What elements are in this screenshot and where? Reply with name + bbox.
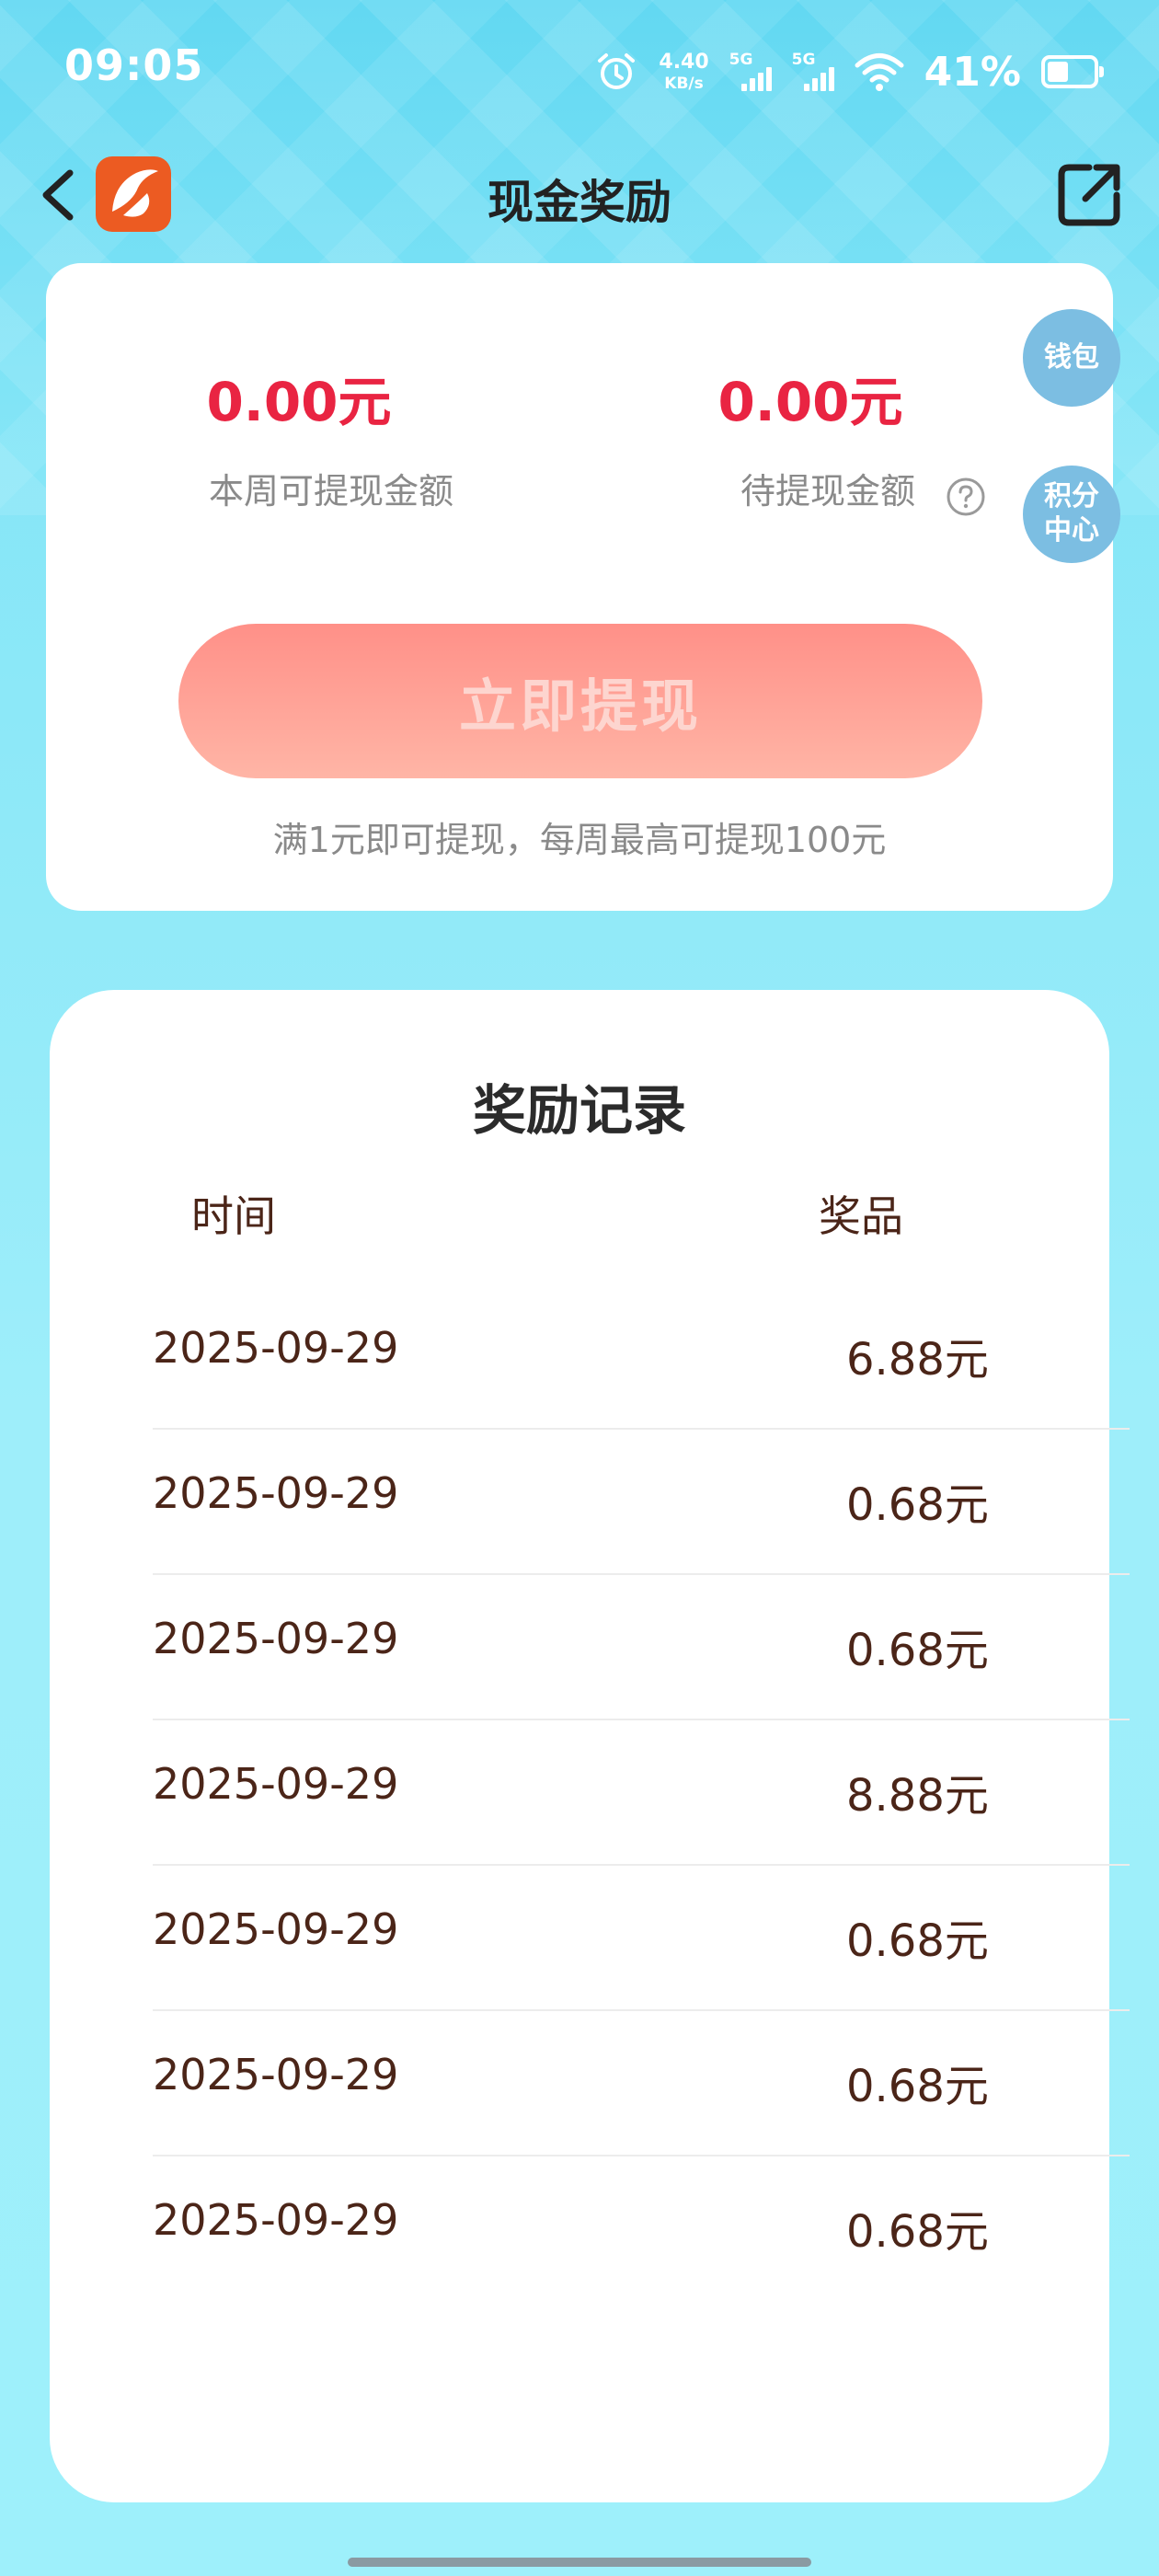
net-speed: 4.40 KB/s	[659, 52, 708, 92]
status-bar: 09:05 4.40 KB/s 5G 5G 41%	[0, 0, 1159, 138]
page-title: 现金奖励	[488, 176, 671, 229]
record-date: 2025-09-29	[153, 1614, 399, 1663]
record-row: 2025-09-29 0.68元	[153, 1430, 1130, 1575]
signal-icon: 5G	[792, 51, 834, 93]
record-row: 2025-09-29 6.88元	[153, 1284, 1130, 1430]
net-speed-value: 4.40	[659, 50, 709, 74]
status-icons: 4.40 KB/s 5G 5G 41%	[594, 46, 1104, 98]
wifi-icon	[855, 53, 904, 91]
net-speed-unit: KB/s	[664, 74, 704, 93]
points-center-button[interactable]: 积分中心	[1023, 466, 1120, 563]
record-prize: 8.88元	[846, 1770, 989, 1822]
records-title: 奖励记录	[472, 1079, 686, 1142]
column-header-time: 时间	[191, 1191, 276, 1241]
signal-icon: 5G	[729, 51, 772, 93]
wallet-button[interactable]: 钱包	[1023, 309, 1120, 407]
weekly-amount: 0.00元	[206, 371, 392, 433]
reward-records-card: 奖励记录 时间 奖品 2025-09-29 6.88元 2025-09-29 0…	[50, 990, 1130, 2502]
record-row: 2025-09-29 0.68元	[153, 2156, 1130, 2302]
points-center-button-label: 积分中心	[1044, 480, 1099, 546]
column-header-prize: 奖品	[819, 1191, 903, 1241]
record-row: 2025-09-29 0.68元	[153, 1866, 1130, 2011]
record-date: 2025-09-29	[153, 1323, 399, 1373]
record-prize: 0.68元	[846, 2061, 989, 2112]
record-prize: 6.88元	[846, 1334, 989, 1386]
record-date: 2025-09-29	[153, 1759, 399, 1809]
nav-bar: 现金奖励	[0, 147, 1159, 243]
battery-percent: 41%	[924, 48, 1021, 96]
records-list: 2025-09-29 6.88元 2025-09-29 0.68元 2025-0…	[153, 1284, 1130, 2302]
alarm-icon	[598, 53, 636, 89]
record-row: 2025-09-29 8.88元	[153, 1720, 1130, 1866]
record-row: 2025-09-29 0.68元	[153, 2011, 1130, 2156]
home-indicator[interactable]	[348, 2558, 811, 2567]
record-date: 2025-09-29	[153, 2195, 399, 2245]
record-date: 2025-09-29	[153, 1904, 399, 1954]
record-prize: 0.68元	[846, 1479, 989, 1531]
status-time: 09:05	[64, 40, 204, 90]
withdraw-card: 0.00元 0.00元 本周可提现金额 待提现金额 立即提现 满1元即可提现，每…	[46, 263, 1113, 911]
record-date: 2025-09-29	[153, 2050, 399, 2099]
pending-amount: 0.00元	[717, 371, 903, 433]
record-row: 2025-09-29 0.68元	[153, 1575, 1130, 1720]
share-icon[interactable]	[1052, 158, 1126, 232]
sim1-label: 5G	[729, 51, 753, 69]
wallet-button-label: 钱包	[1044, 340, 1099, 374]
withdraw-now-button[interactable]: 立即提现	[178, 624, 982, 778]
battery-icon	[1041, 55, 1104, 88]
question-circle-icon[interactable]	[946, 477, 986, 517]
record-prize: 0.68元	[846, 2206, 989, 2258]
sim2-label: 5G	[791, 51, 816, 69]
record-prize: 0.68元	[846, 1915, 989, 1967]
weekly-amount-label: 本周可提现金额	[208, 471, 453, 512]
pending-amount-label: 待提现金额	[740, 471, 915, 512]
record-prize: 0.68元	[846, 1625, 989, 1676]
withdraw-note: 满1元即可提现，每周最高可提现100元	[272, 820, 887, 860]
record-date: 2025-09-29	[153, 1468, 399, 1518]
